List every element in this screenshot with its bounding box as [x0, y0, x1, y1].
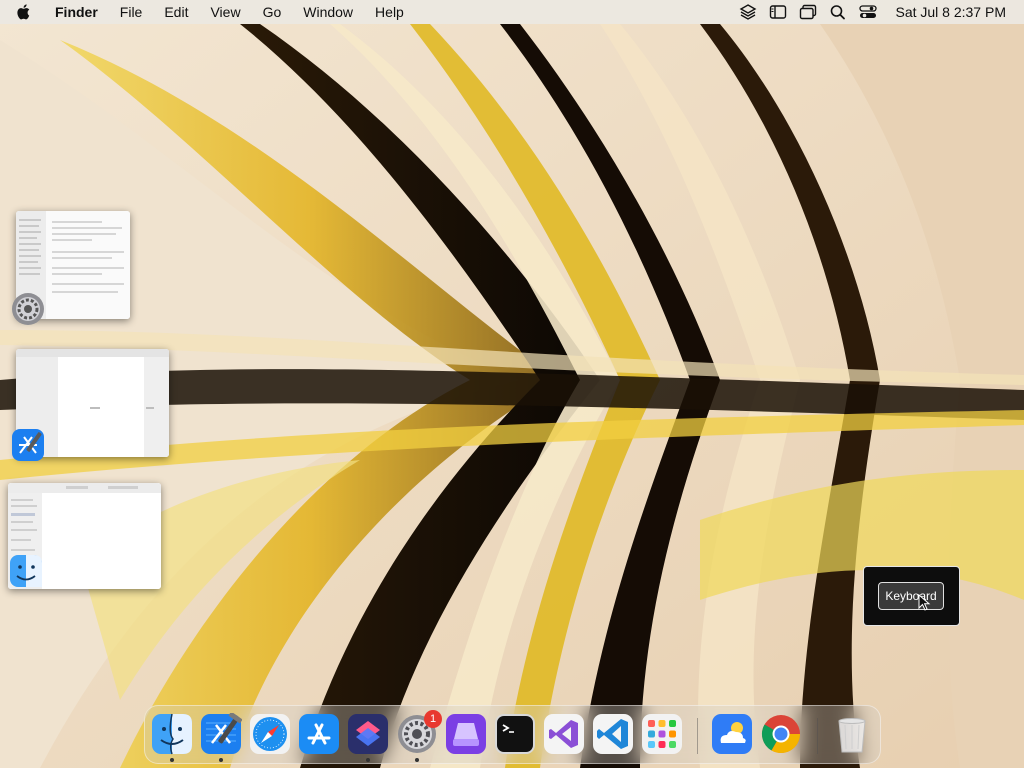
trash-icon	[838, 718, 866, 753]
windows-icon[interactable]	[799, 4, 817, 20]
control-center-icon[interactable]	[859, 4, 878, 20]
menu-app-name[interactable]: Finder	[44, 0, 109, 24]
gear-icon	[12, 293, 44, 325]
finder-icon	[10, 555, 42, 587]
mouse-cursor-icon	[918, 594, 931, 611]
dock-system-settings[interactable]: 1	[396, 710, 442, 755]
menu-window[interactable]: Window	[292, 0, 364, 24]
dock: 1	[144, 705, 881, 764]
menu-clock[interactable]: Sat Jul 8 2:37 PM	[895, 4, 1006, 20]
vscode-icon	[593, 714, 633, 754]
apple-icon[interactable]	[16, 3, 32, 21]
dock-app-store[interactable]	[298, 713, 340, 755]
dock-shortcuts[interactable]	[347, 713, 389, 755]
chrome-icon	[761, 715, 801, 754]
dock-separator	[817, 718, 818, 754]
menu-go[interactable]: Go	[252, 0, 293, 24]
running-indicator	[415, 758, 419, 762]
menu-file[interactable]: File	[109, 0, 154, 24]
weather-icon	[712, 714, 752, 754]
stack-icon	[446, 714, 486, 754]
dock-xcode[interactable]	[200, 713, 242, 755]
keyboard-button[interactable]: Keyboard	[878, 582, 944, 610]
dock-stack-app[interactable]	[445, 713, 487, 755]
layers-icon[interactable]	[739, 4, 757, 20]
search-icon[interactable]	[829, 4, 847, 20]
dock-safari[interactable]	[249, 713, 291, 755]
dock-google-chrome[interactable]	[760, 713, 802, 755]
dock-separator	[697, 718, 698, 754]
dock-launchpad[interactable]	[641, 713, 683, 755]
stage-window-finder[interactable]	[8, 483, 161, 589]
finder-icon	[152, 713, 192, 755]
running-indicator	[366, 758, 370, 762]
menu-edit[interactable]: Edit	[153, 0, 199, 24]
dock-trash[interactable]	[831, 713, 873, 755]
running-indicator	[219, 758, 223, 762]
menu-view[interactable]: View	[199, 0, 251, 24]
menu-bar: Finder File Edit View Go Window Help Sat…	[0, 0, 1024, 24]
running-indicator	[170, 758, 174, 762]
xcode-icon	[201, 713, 242, 754]
xcode-icon	[12, 429, 44, 461]
keyboard-viewer-hud: Keyboard	[863, 566, 960, 626]
dock-weather[interactable]	[711, 713, 753, 755]
dock-finder[interactable]	[151, 713, 193, 755]
stage-window-xcode[interactable]	[12, 349, 169, 461]
safari-icon	[250, 714, 290, 754]
visual-studio-icon	[544, 714, 584, 754]
terminal-icon	[495, 714, 535, 754]
menu-help[interactable]: Help	[364, 0, 415, 24]
dock-terminal[interactable]	[494, 713, 536, 755]
stage-window-system-settings[interactable]	[12, 211, 130, 325]
dock-vscode[interactable]	[592, 713, 634, 755]
notification-badge: 1	[424, 710, 442, 728]
sidebar-icon[interactable]	[769, 4, 787, 20]
dock-visual-studio[interactable]	[543, 713, 585, 755]
launchpad-icon	[642, 714, 682, 754]
app-store-icon	[299, 714, 339, 754]
shortcuts-icon	[348, 714, 388, 754]
